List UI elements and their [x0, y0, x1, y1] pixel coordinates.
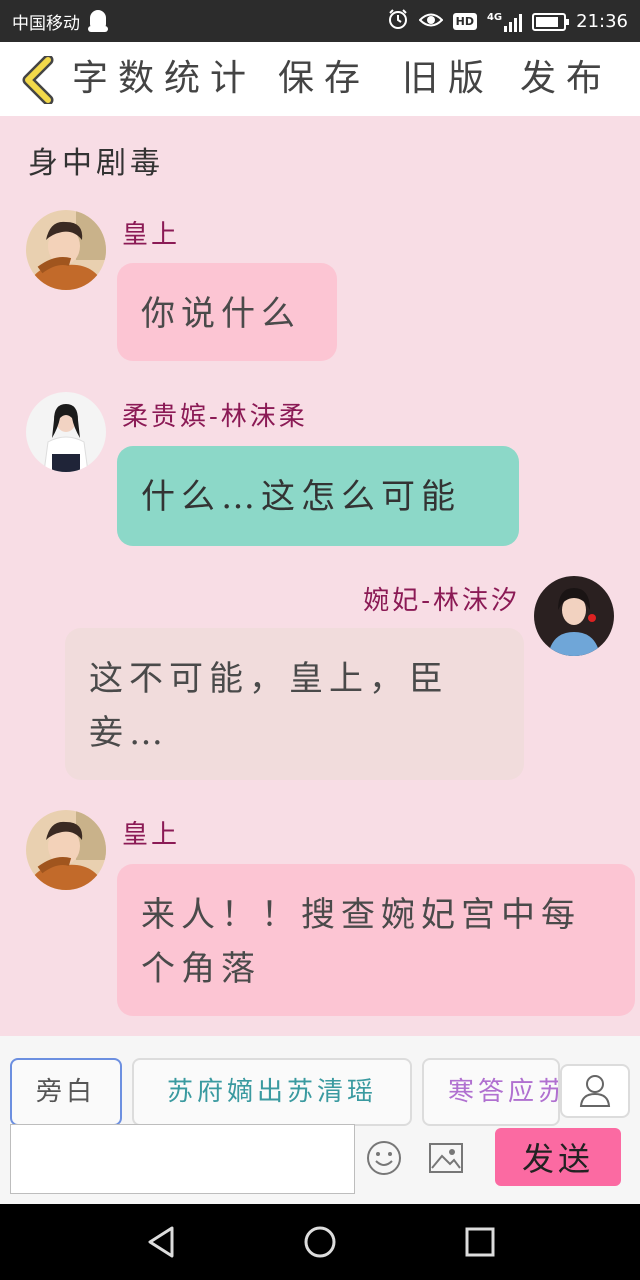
- nav-recents-button[interactable]: [460, 1224, 500, 1260]
- clock: 21:36: [576, 11, 628, 32]
- battery-icon: [532, 12, 570, 31]
- carrier-label: 中国移动: [12, 14, 80, 34]
- save-button[interactable]: 保存: [278, 56, 370, 102]
- message-bubble[interactable]: 来人！！搜查婉妃宫中每个角落: [117, 864, 635, 1016]
- role-chip[interactable]: 苏府嫡出苏清瑶: [132, 1058, 412, 1126]
- nav-back-button[interactable]: [142, 1224, 182, 1260]
- signal-bars: [504, 12, 523, 32]
- image-button[interactable]: [428, 1142, 464, 1174]
- status-left: 中国移动: [12, 9, 108, 34]
- old-version-button[interactable]: 旧版: [402, 56, 494, 102]
- emperor-avatar[interactable]: [26, 810, 106, 890]
- composer: 旁白 苏府嫡出苏清瑶 寒答应苏 发送: [0, 1036, 640, 1204]
- consort-wan-avatar[interactable]: [534, 576, 614, 656]
- status-bar: 中国移动 HD 4G 21:36: [0, 0, 640, 42]
- role-chip-narrator[interactable]: 旁白: [10, 1058, 122, 1126]
- message-text: 来人！！搜查婉妃宫中每个角落: [141, 895, 581, 989]
- message-input[interactable]: [10, 1124, 355, 1194]
- speaker-name: 柔贵嫔-林沫柔: [122, 402, 308, 432]
- concubine-rou-avatar[interactable]: [26, 392, 106, 472]
- navigation-bar: [0, 1204, 640, 1280]
- message-bubble[interactable]: 什么…这怎么可能: [117, 446, 519, 546]
- recents-square-icon: [465, 1227, 495, 1257]
- back-triangle-icon: [148, 1226, 174, 1258]
- nav-home-button[interactable]: [300, 1224, 340, 1260]
- chevron-left-icon: [22, 54, 54, 106]
- qq-icon: [88, 9, 108, 34]
- speaker-name: 皇上: [122, 220, 181, 250]
- chapter-title: 身中剧毒: [28, 146, 164, 181]
- message-text: 这不可能，皇上，臣妾…: [89, 659, 449, 753]
- back-button[interactable]: [18, 54, 58, 106]
- send-button[interactable]: 发送: [495, 1128, 621, 1186]
- message-bubble[interactable]: 你说什么: [117, 263, 337, 361]
- word-count-button[interactable]: 字数统计: [72, 56, 256, 102]
- home-circle-icon: [304, 1226, 336, 1258]
- emperor-avatar[interactable]: [26, 210, 106, 290]
- hd-icon: HD: [452, 13, 477, 30]
- eye-icon: [418, 10, 444, 34]
- image-icon: [429, 1143, 463, 1173]
- signal-icon: 4G: [486, 11, 523, 32]
- add-role-button[interactable]: [560, 1064, 630, 1118]
- message-text: 你说什么: [141, 294, 301, 334]
- role-chip[interactable]: 寒答应苏: [422, 1058, 560, 1126]
- message-bubble[interactable]: 这不可能，皇上，臣妾…: [65, 628, 524, 780]
- person-icon: [579, 1075, 611, 1107]
- network-label: 4G: [486, 11, 503, 23]
- emoji-button[interactable]: [366, 1140, 402, 1176]
- status-right: HD 4G 21:36: [387, 8, 628, 35]
- chat-area[interactable]: 身中剧毒 皇上 你说什么 柔贵嫔-林沫柔 什么…这怎么可能 婉妃-林沫汐 这不可…: [0, 116, 640, 1036]
- emoji-icon: [367, 1141, 401, 1175]
- alarm-icon: [387, 8, 409, 35]
- message-text: 什么…这怎么可能: [141, 477, 461, 517]
- speaker-name: 婉妃-林沫汐: [363, 586, 520, 616]
- speaker-name: 皇上: [122, 820, 181, 850]
- top-toolbar: 字数统计 保存 旧版 发布: [0, 42, 640, 116]
- publish-button[interactable]: 发布: [520, 56, 612, 102]
